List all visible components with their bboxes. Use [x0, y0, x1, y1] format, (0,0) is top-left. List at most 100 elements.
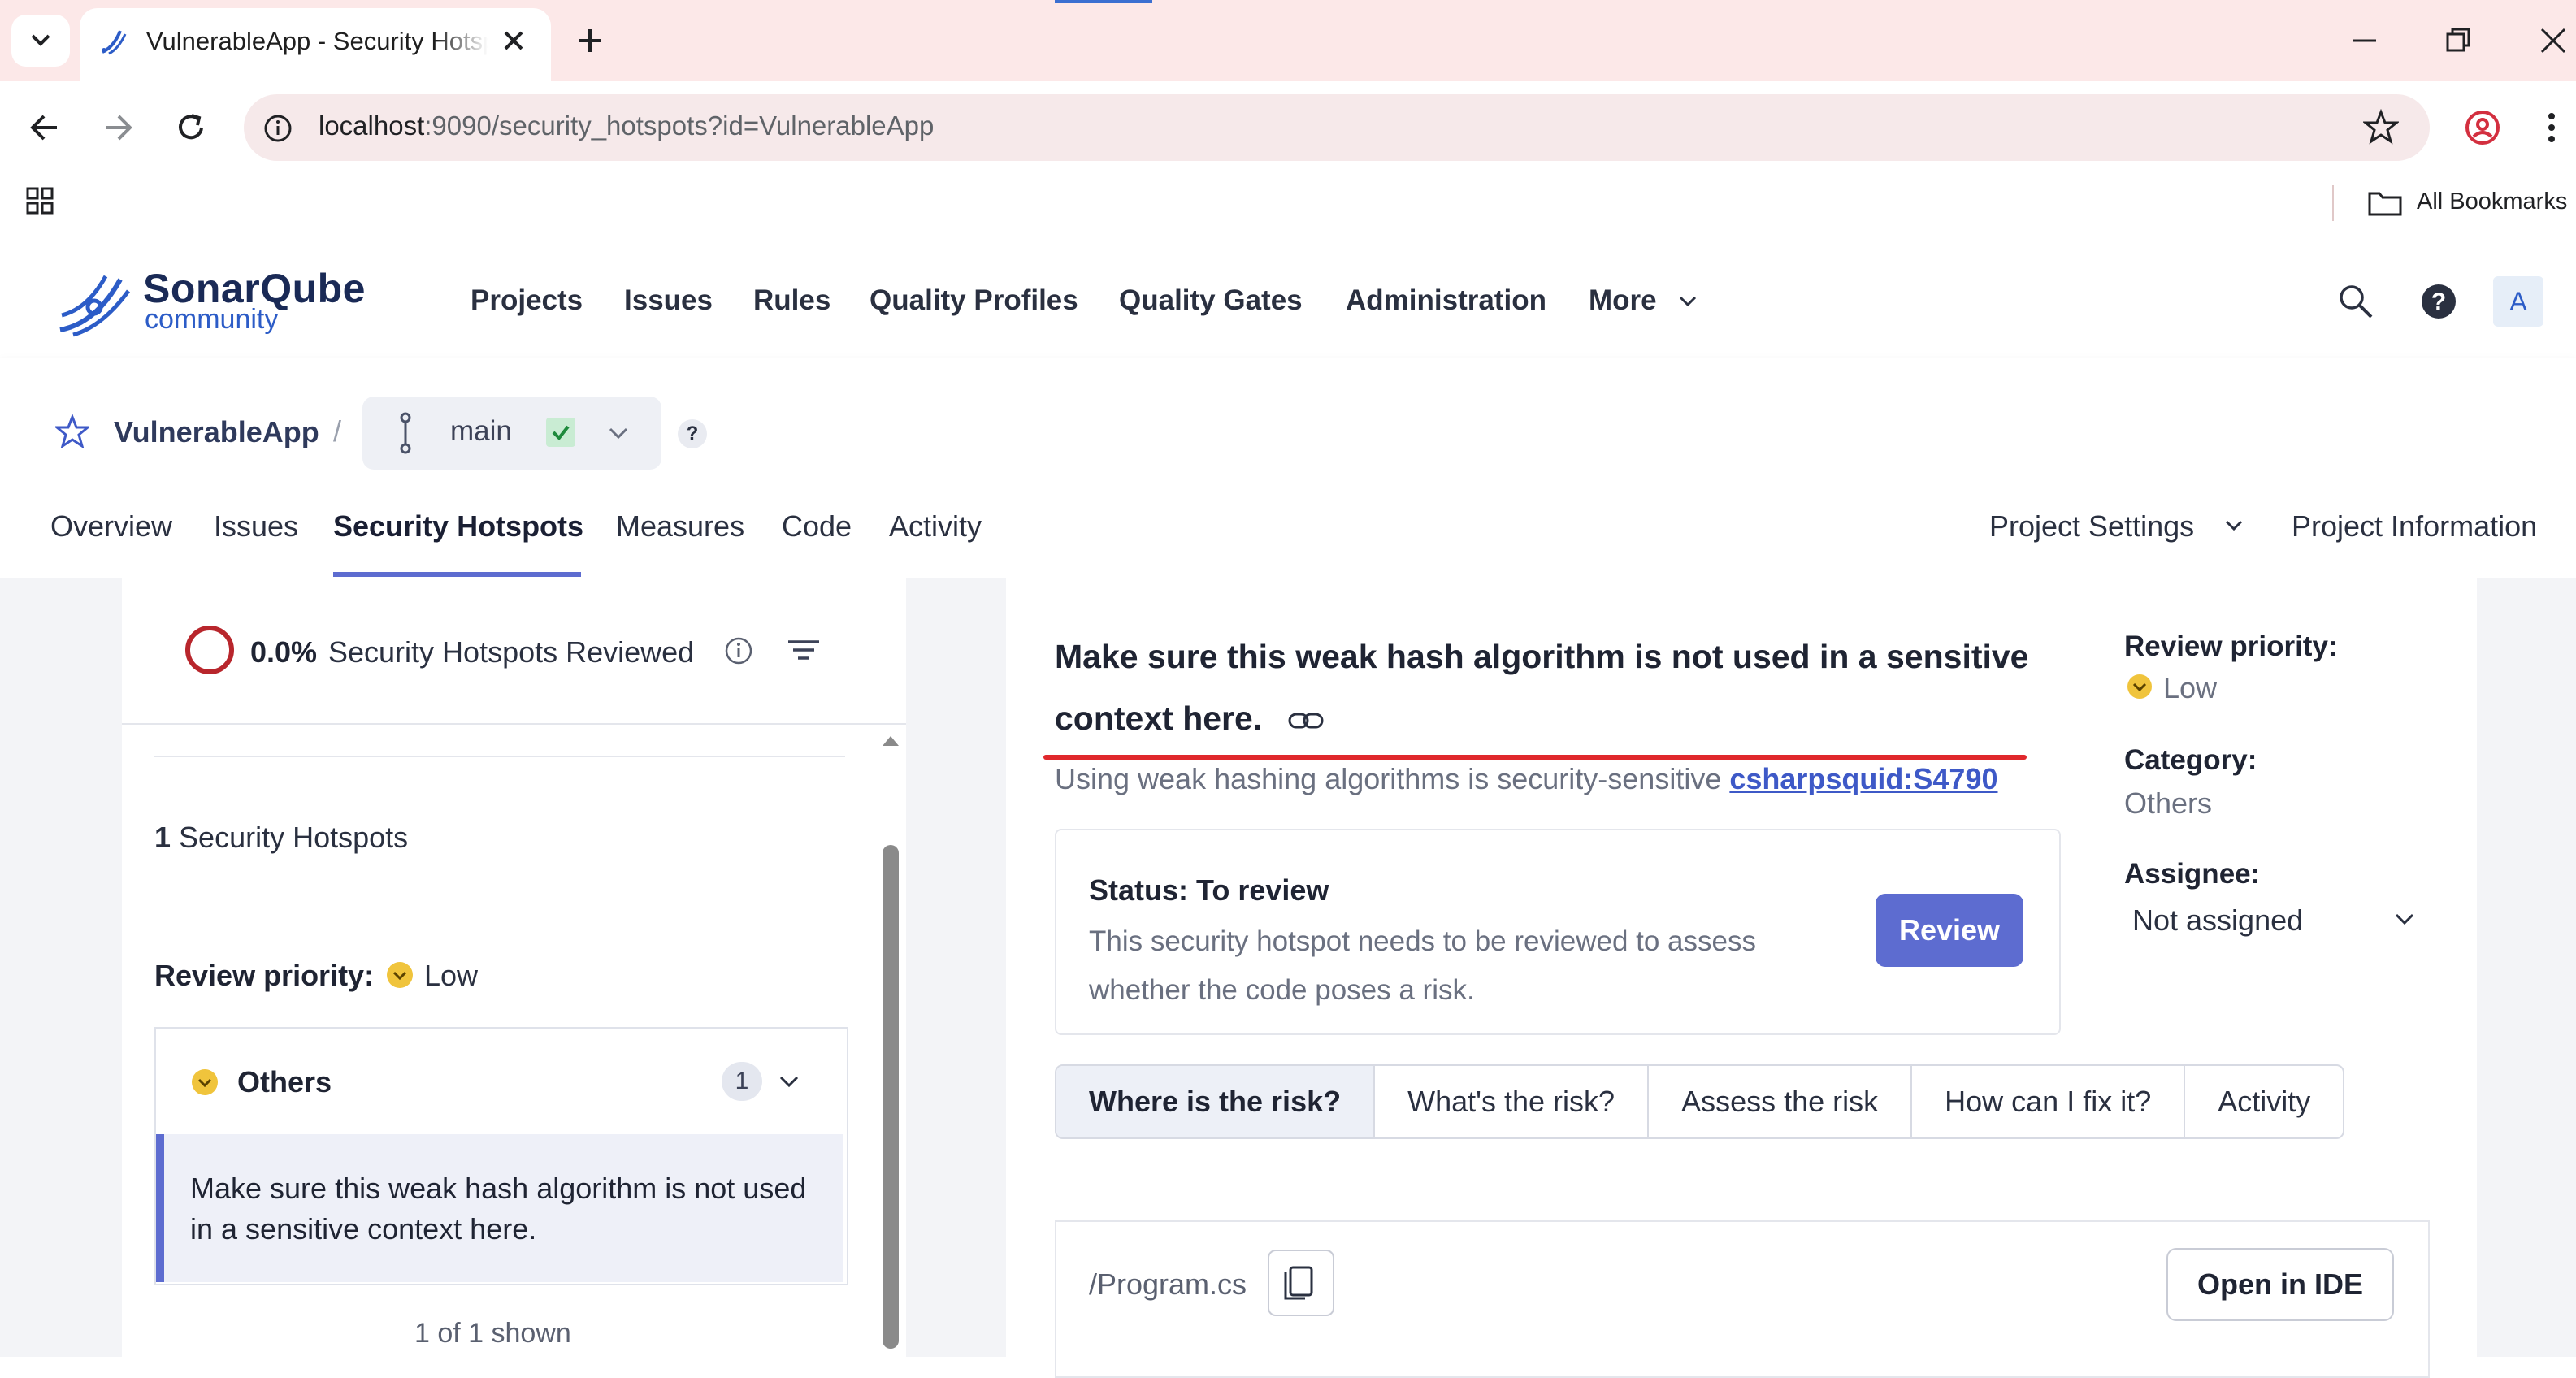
- scroll-up-icon[interactable]: [879, 733, 902, 749]
- active-tab-indicator: [333, 572, 581, 577]
- side-category-label: Category:: [2124, 744, 2257, 776]
- shown-count: 1 of 1 shown: [414, 1318, 571, 1349]
- review-button[interactable]: Review: [1876, 894, 2023, 967]
- chevron-down-icon: [1676, 289, 1700, 314]
- project-settings-menu[interactable]: Project Settings: [1989, 509, 2194, 544]
- bookmarks-divider: [2332, 185, 2334, 221]
- side-assignee-label: Assignee:: [2124, 858, 2261, 890]
- chevron-down-icon: [606, 421, 631, 445]
- help-icon[interactable]: ?: [2420, 283, 2457, 320]
- quality-gate-passed-icon: [546, 418, 575, 447]
- review-priority-label: Review priority:: [154, 959, 375, 992]
- chevron-down-icon: [2222, 514, 2246, 538]
- tab-search-button[interactable]: [11, 15, 70, 67]
- tab-how-can-i-fix-it[interactable]: How can I fix it?: [1912, 1066, 2186, 1138]
- side-category-value: Others: [2124, 786, 2213, 820]
- tab-where-is-the-risk[interactable]: Where is the risk?: [1056, 1066, 1376, 1138]
- file-name: /Program.cs: [1089, 1268, 1247, 1301]
- risk-tabs: Where is the risk? What's the risk? Asse…: [1055, 1064, 2345, 1139]
- nav-issues[interactable]: Issues: [624, 284, 713, 317]
- status-description: This security hotspot needs to be review…: [1089, 925, 1756, 1006]
- side-priority-label: Review priority:: [2124, 630, 2338, 662]
- hotspot-title: Make sure this weak hash algorithm is no…: [1055, 638, 2029, 737]
- rule-key-link[interactable]: csharpsquid:S4790: [1729, 762, 1997, 795]
- hotspot-count: 1 Security Hotspots: [154, 821, 409, 854]
- favorite-star-icon[interactable]: [55, 414, 89, 448]
- reload-icon[interactable]: [172, 109, 210, 146]
- tab-hotspot-activity[interactable]: Activity: [2185, 1066, 2343, 1138]
- bookmark-star-icon[interactable]: [2363, 109, 2399, 145]
- forward-icon[interactable]: [99, 109, 137, 146]
- sonarqube-logo-icon[interactable]: [54, 262, 135, 343]
- tab-overview[interactable]: Overview: [50, 509, 172, 544]
- profile-icon[interactable]: [2464, 109, 2501, 146]
- tab-activity[interactable]: Activity: [889, 509, 982, 544]
- permalink-icon[interactable]: [1288, 708, 1324, 733]
- priority-low-icon: [2126, 673, 2153, 700]
- breadcrumb-separator: /: [333, 414, 342, 448]
- reviewed-label: Security Hotspots Reviewed: [328, 635, 695, 669]
- tab-code[interactable]: Code: [782, 509, 852, 544]
- copy-path-button[interactable]: [1268, 1250, 1334, 1316]
- bookmarks-bar: [0, 172, 2576, 244]
- divider: [154, 756, 845, 757]
- restore-icon[interactable]: [2443, 24, 2475, 57]
- sidebar-scrollbar[interactable]: [883, 845, 899, 1349]
- close-tab-icon[interactable]: [499, 26, 528, 55]
- new-tab-icon[interactable]: [574, 24, 606, 57]
- minimize-icon[interactable]: [2348, 24, 2381, 57]
- branch-help-icon[interactable]: ?: [678, 419, 707, 448]
- rule-description: Using weak hashing algorithms is securit…: [1055, 762, 1998, 795]
- tab-whats-the-risk[interactable]: What's the risk?: [1375, 1066, 1650, 1138]
- priority-low-icon: [190, 1068, 219, 1097]
- copy-icon: [1284, 1266, 1313, 1300]
- folder-icon: [2366, 187, 2404, 219]
- annotation-underline: [1043, 755, 2027, 760]
- nav-quality-profiles[interactable]: Quality Profiles: [870, 284, 1078, 317]
- logo-subtext: community: [145, 304, 279, 335]
- branch-icon: [393, 411, 418, 455]
- open-in-ide-button[interactable]: Open in IDE: [2166, 1248, 2394, 1321]
- sonarqube-favicon-icon: [96, 23, 132, 58]
- site-info-icon[interactable]: [262, 112, 294, 145]
- category-count-badge: 1: [722, 1062, 762, 1101]
- nav-rules[interactable]: Rules: [753, 284, 830, 317]
- avatar[interactable]: A: [2493, 276, 2543, 327]
- filter-icon[interactable]: [785, 634, 822, 666]
- nav-more[interactable]: More: [1589, 284, 1657, 317]
- review-progress-ring-icon: [184, 624, 236, 676]
- search-icon[interactable]: [2337, 283, 2374, 320]
- nav-administration[interactable]: Administration: [1346, 284, 1546, 317]
- hotspot-list-item-text: Make sure this weak hash algorithm is no…: [190, 1172, 807, 1246]
- tab-measures[interactable]: Measures: [616, 509, 744, 544]
- tabbar-accent: [1055, 0, 1152, 3]
- close-window-icon[interactable]: [2537, 24, 2569, 57]
- tab-assess-the-risk[interactable]: Assess the risk: [1649, 1066, 1913, 1138]
- tab-issues[interactable]: Issues: [214, 509, 298, 544]
- svg-text:?: ?: [2431, 288, 2446, 315]
- apps-grid-icon[interactable]: [24, 185, 57, 218]
- tab-security-hotspots[interactable]: Security Hotspots: [333, 509, 583, 544]
- nav-quality-gates[interactable]: Quality Gates: [1119, 284, 1303, 317]
- chevron-down-icon[interactable]: [777, 1069, 801, 1094]
- assignee-select[interactable]: Not assigned: [2132, 904, 2303, 938]
- reviewed-percentage: 0.0%: [250, 635, 318, 669]
- status-title: Status: To review: [1089, 873, 1329, 907]
- chevron-down-icon[interactable]: [2392, 907, 2417, 931]
- chevron-down-icon: [31, 34, 50, 46]
- project-name[interactable]: VulnerableApp: [114, 415, 319, 449]
- category-group-name[interactable]: Others: [237, 1065, 332, 1099]
- side-priority-value: Low: [2163, 671, 2218, 704]
- browser-menu-icon[interactable]: [2543, 109, 2560, 146]
- info-icon[interactable]: [723, 635, 754, 666]
- all-bookmarks-button[interactable]: All Bookmarks: [2417, 188, 2567, 215]
- nav-projects[interactable]: Projects: [471, 284, 583, 317]
- priority-low-icon: [385, 960, 414, 990]
- project-information-link[interactable]: Project Information: [2292, 509, 2537, 544]
- divider: [122, 723, 906, 725]
- tab-title: VulnerableApp - Security Hotspots: [146, 27, 488, 55]
- branch-name: main: [450, 415, 512, 447]
- back-icon[interactable]: [26, 109, 63, 146]
- review-priority-value: Low: [424, 959, 479, 992]
- url-text: localhost:9090/security_hotspots?id=Vuln…: [319, 110, 935, 141]
